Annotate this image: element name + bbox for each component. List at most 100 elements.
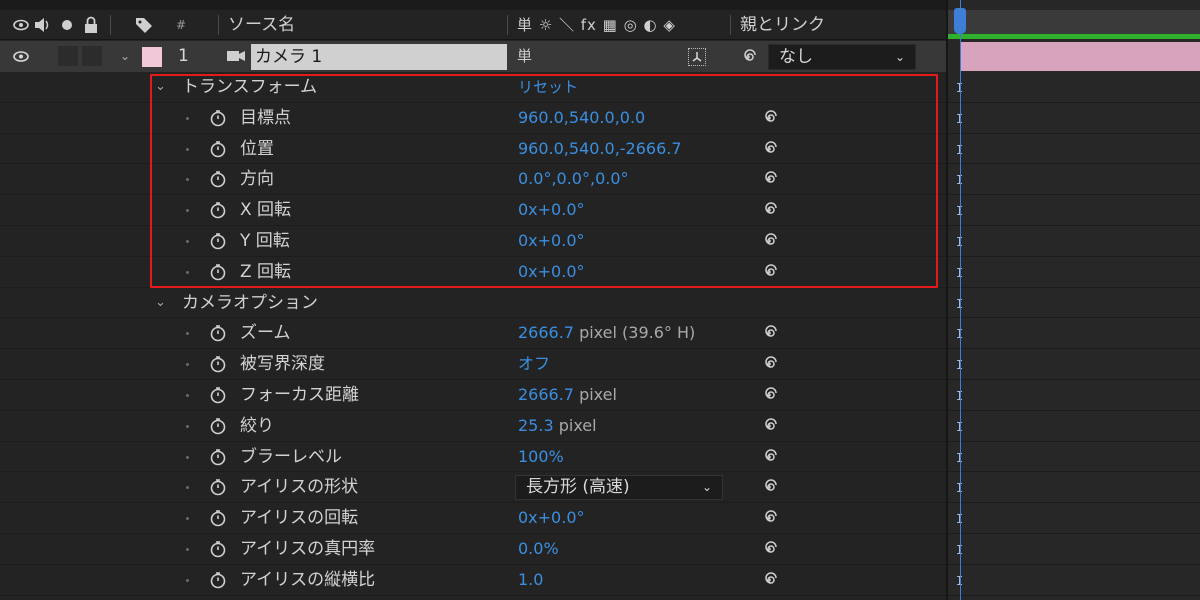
property-value[interactable]: オフ xyxy=(518,349,550,379)
keyframe-navigator-icon[interactable]: I xyxy=(956,420,966,434)
property-value[interactable]: 0x+0.0° xyxy=(518,503,585,533)
property-row-iris-shape[interactable]: アイリスの形状 長方形 (高速) ⌄ xyxy=(0,472,946,504)
keyframe-navigator-icon[interactable]: I xyxy=(956,327,966,341)
playhead-line[interactable] xyxy=(960,0,961,600)
keyframe-navigator-icon[interactable]: I xyxy=(956,112,966,126)
source-name-header[interactable]: ソース名 xyxy=(228,10,295,40)
property-row-x-rotation[interactable]: X 回転 0x+0.0° xyxy=(0,195,946,226)
expression-pickwhip-icon[interactable] xyxy=(760,263,778,281)
expression-pickwhip-icon[interactable] xyxy=(760,571,778,589)
keyframe-navigator-icon[interactable]: I xyxy=(956,512,966,526)
stopwatch-icon[interactable] xyxy=(209,448,227,466)
stopwatch-icon[interactable] xyxy=(209,232,227,250)
layer-duration-bar[interactable] xyxy=(960,42,1200,71)
property-row-blur-level[interactable]: ブラーレベル 100% xyxy=(0,442,946,473)
keyframe-navigator-icon[interactable]: I xyxy=(956,235,966,249)
expression-pickwhip-icon[interactable] xyxy=(760,509,778,527)
layer-row-camera[interactable]: ⌄ 1 カメラ 1 単 なし ⌄ xyxy=(0,41,946,72)
keyframe-navigator-icon[interactable]: I xyxy=(956,143,966,157)
expression-pickwhip-icon[interactable] xyxy=(760,386,778,404)
transform-twirl-chevron-icon[interactable]: ⌄ xyxy=(155,72,166,102)
property-row-iris-aspect-ratio[interactable]: アイリスの縦横比 1.0 xyxy=(0,565,946,596)
timeline-panel[interactable]: I I I I I I I I I I I I I I I I I xyxy=(946,0,1200,600)
stopwatch-icon[interactable] xyxy=(209,355,227,373)
layer-name-field[interactable]: カメラ 1 xyxy=(251,44,507,70)
property-row-aperture[interactable]: 絞り 25.3 pixel xyxy=(0,411,946,442)
keyframe-navigator-icon[interactable]: I xyxy=(956,297,966,311)
keyframe-navigator-icon[interactable]: I xyxy=(956,574,966,588)
property-row-iris-rotation[interactable]: アイリスの回転 0x+0.0° xyxy=(0,503,946,534)
solo-column-icon[interactable] xyxy=(60,10,74,40)
layer-label-color[interactable] xyxy=(142,47,162,67)
stopwatch-icon[interactable] xyxy=(209,263,227,281)
property-value[interactable]: 0.0% xyxy=(518,534,559,564)
stopwatch-icon[interactable] xyxy=(209,170,227,188)
lock-column-icon[interactable] xyxy=(83,10,99,40)
lock-switch[interactable] xyxy=(82,46,102,66)
property-row-z-rotation[interactable]: Z 回転 0x+0.0° xyxy=(0,257,946,288)
keyframe-navigator-icon[interactable]: I xyxy=(956,543,966,557)
property-value[interactable]: 960.0,540.0,-2666.7 xyxy=(518,134,682,164)
camera-options-group-row[interactable]: ⌄ カメラオプション xyxy=(0,288,946,319)
property-value[interactable]: 1.0 xyxy=(518,565,543,595)
expression-pickwhip-icon[interactable] xyxy=(760,478,778,496)
transform-group-row[interactable]: ⌄ トランスフォーム リセット xyxy=(0,72,946,103)
stopwatch-icon[interactable] xyxy=(209,571,227,589)
property-value[interactable]: 0x+0.0° xyxy=(518,257,585,287)
stopwatch-icon[interactable] xyxy=(209,509,227,527)
audio-column-icon[interactable] xyxy=(33,10,51,40)
expression-pickwhip-icon[interactable] xyxy=(760,109,778,127)
solo-switch[interactable] xyxy=(58,46,78,66)
property-row-y-rotation[interactable]: Y 回転 0x+0.0° xyxy=(0,226,946,257)
transform-reset-link[interactable]: リセット xyxy=(518,72,578,102)
work-area-bar[interactable] xyxy=(948,34,1200,39)
property-value[interactable]: 2666.7 xyxy=(518,385,574,404)
stopwatch-icon[interactable] xyxy=(209,140,227,158)
property-value[interactable]: 0.0°,0.0°,0.0° xyxy=(518,164,629,194)
property-row-iris-roundness[interactable]: アイリスの真円率 0.0% xyxy=(0,534,946,565)
keyframe-navigator-icon[interactable]: I xyxy=(956,481,966,495)
stopwatch-icon[interactable] xyxy=(209,201,227,219)
time-ruler[interactable] xyxy=(948,10,1200,34)
keyframe-navigator-icon[interactable]: I xyxy=(956,204,966,218)
property-row-orientation[interactable]: 方向 0.0°,0.0°,0.0° xyxy=(0,164,946,196)
playhead-handle[interactable] xyxy=(954,8,966,34)
property-value[interactable]: 2666.7 xyxy=(518,323,574,342)
iris-shape-dropdown[interactable]: 長方形 (高速) ⌄ xyxy=(515,475,723,501)
keyframe-navigator-icon[interactable]: I xyxy=(956,451,966,465)
property-value[interactable]: 960.0,540.0,0.0 xyxy=(518,103,645,133)
stopwatch-icon[interactable] xyxy=(209,417,227,435)
expression-pickwhip-icon[interactable] xyxy=(760,448,778,466)
property-row-point-of-interest[interactable]: 目標点 960.0,540.0,0.0 xyxy=(0,103,946,134)
property-value[interactable]: 25.3 xyxy=(518,416,554,435)
property-row-zoom[interactable]: ズーム 2666.7 pixel (39.6° H) xyxy=(0,318,946,350)
layer-twirl-chevron-icon[interactable]: ⌄ xyxy=(120,41,130,72)
property-value[interactable]: 0x+0.0° xyxy=(518,226,585,256)
expression-pickwhip-icon[interactable] xyxy=(760,232,778,250)
keyframe-navigator-icon[interactable]: I xyxy=(956,389,966,403)
keyframe-navigator-icon[interactable]: I xyxy=(956,266,966,280)
property-value[interactable]: 100% xyxy=(518,442,564,472)
expression-pickwhip-icon[interactable] xyxy=(760,540,778,558)
collapse-switch[interactable]: 単 xyxy=(517,41,532,72)
property-value[interactable]: 0x+0.0° xyxy=(518,195,585,225)
camera-options-twirl-chevron-icon[interactable]: ⌄ xyxy=(155,288,166,318)
keyframe-navigator-icon[interactable]: I xyxy=(956,81,966,95)
parent-pickwhip-icon[interactable] xyxy=(739,48,757,71)
expression-pickwhip-icon[interactable] xyxy=(760,140,778,158)
label-column-icon[interactable] xyxy=(134,10,154,40)
stopwatch-icon[interactable] xyxy=(209,478,227,496)
expression-pickwhip-icon[interactable] xyxy=(760,170,778,188)
switches-header[interactable]: 単 ☼ ＼ fx ▦ ◎ ◐ ◈ xyxy=(517,10,676,40)
expression-pickwhip-icon[interactable] xyxy=(760,324,778,342)
property-row-focus-distance[interactable]: フォーカス距離 2666.7 pixel xyxy=(0,380,946,411)
property-row-position[interactable]: 位置 960.0,540.0,-2666.7 xyxy=(0,134,946,165)
stopwatch-icon[interactable] xyxy=(209,386,227,404)
expression-pickwhip-icon[interactable] xyxy=(760,417,778,435)
parent-dropdown[interactable]: なし ⌄ xyxy=(768,44,916,70)
stopwatch-icon[interactable] xyxy=(209,540,227,558)
keyframe-navigator-icon[interactable]: I xyxy=(956,173,966,187)
3d-layer-switch[interactable] xyxy=(688,48,706,66)
stopwatch-icon[interactable] xyxy=(209,109,227,127)
eye-column-icon[interactable] xyxy=(12,10,30,40)
